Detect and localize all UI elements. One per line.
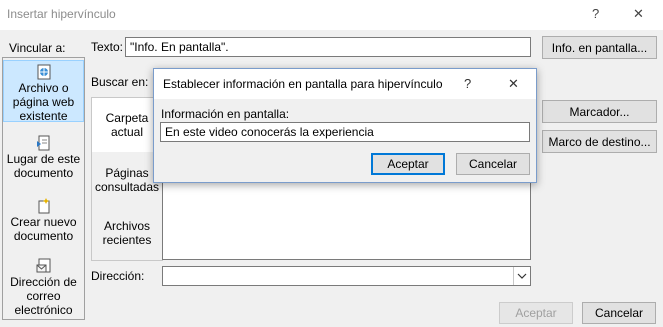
close-button[interactable]: ✕ [633, 6, 644, 22]
window-title: Insertar hipervínculo [7, 7, 116, 21]
new-document-icon [36, 198, 52, 214]
address-combobox[interactable] [162, 266, 531, 286]
link-to-new-document[interactable]: Crear nuevo documento [3, 198, 84, 248]
chevron-down-icon[interactable] [513, 267, 530, 285]
screentip-field-label: Información en pantalla: [161, 107, 290, 121]
bookmark-button[interactable]: Marcador... [542, 100, 657, 123]
title-bar: Insertar hipervínculo ? ✕ [0, 0, 663, 30]
document-place-icon [36, 135, 52, 151]
screentip-ok-button[interactable]: Aceptar [371, 153, 445, 175]
help-button[interactable]: ? [592, 6, 599, 21]
tab-browsed-pages[interactable]: Páginas consultadas [92, 157, 162, 203]
screentip-title-bar: Establecer información en pantalla para … [154, 69, 536, 99]
cancel-button[interactable]: Cancelar [582, 302, 656, 324]
address-label: Dirección: [91, 269, 145, 283]
tab-label: Carpeta actual [105, 111, 149, 139]
screentip-cancel-button[interactable]: Cancelar [456, 153, 530, 175]
link-to-item-label: Crear nuevo documento [10, 215, 77, 243]
screentip-help-button[interactable]: ? [464, 76, 471, 91]
screentip-dialog: Establecer información en pantalla para … [153, 68, 537, 183]
link-to-existing-file-web[interactable]: Archivo o página web existente [3, 60, 84, 123]
tab-label: Páginas consultadas [94, 166, 160, 194]
file-list[interactable] [162, 182, 531, 260]
tab-recent-files[interactable]: Archivos recientes [92, 210, 162, 256]
look-in-label: Buscar en: [91, 75, 149, 89]
text-to-display-field[interactable]: "Info. En pantalla". [125, 37, 531, 57]
link-to-email[interactable]: Dirección de correo electrónico [3, 258, 84, 318]
tab-current-folder[interactable]: Carpeta actual [92, 98, 162, 152]
link-to-place-in-document[interactable]: Lugar de este documento [3, 135, 84, 185]
web-page-icon [36, 64, 52, 80]
screentip-close-button[interactable]: ✕ [508, 76, 519, 92]
screentip-title: Establecer información en pantalla para … [163, 77, 443, 91]
text-label: Texto: [91, 40, 124, 54]
link-to-item-label: Lugar de este documento [6, 152, 81, 180]
tab-label: Archivos recientes [102, 219, 152, 247]
email-icon [36, 258, 52, 274]
screentip-button[interactable]: Info. en pantalla... [542, 36, 657, 59]
link-to-item-label: Dirección de correo electrónico [10, 275, 77, 317]
screentip-text-field[interactable]: En este video conocerás la experiencia [160, 122, 530, 142]
ok-button[interactable]: Aceptar [499, 302, 573, 324]
link-to-label: Vincular a: [9, 41, 66, 55]
target-frame-button[interactable]: Marco de destino... [542, 130, 657, 153]
link-to-item-label: Archivo o página web existente [12, 81, 75, 123]
